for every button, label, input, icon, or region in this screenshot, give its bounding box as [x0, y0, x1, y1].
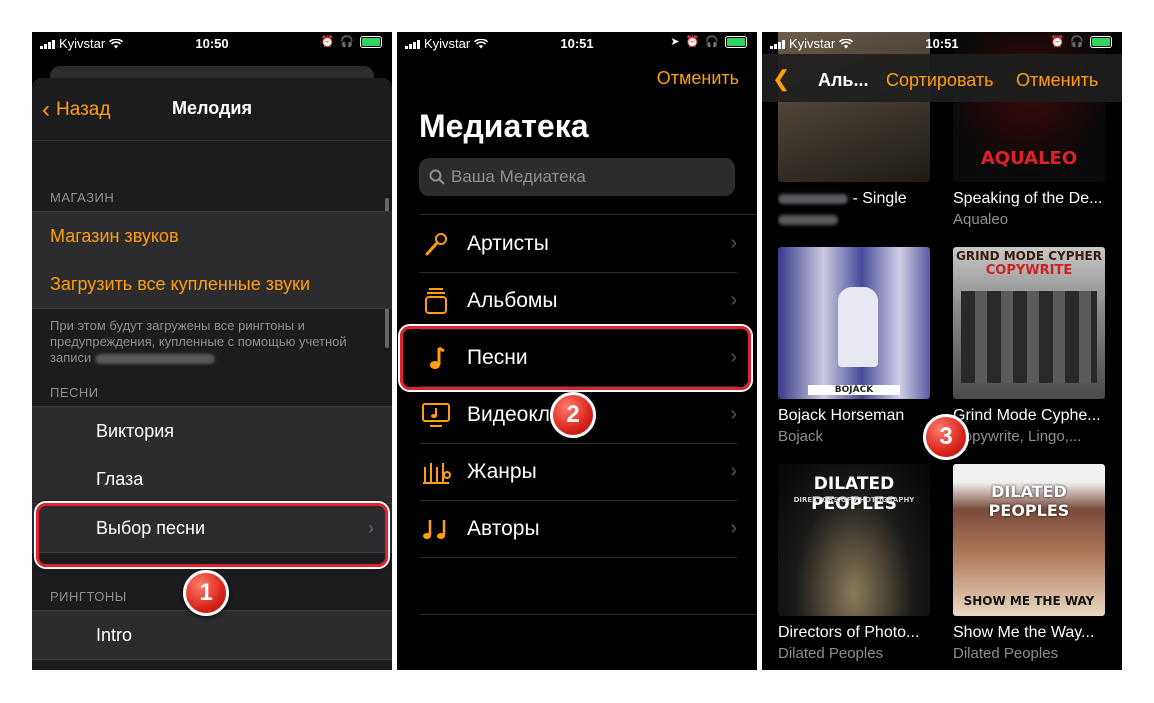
album-artist: Copywrite, Lingo,...	[953, 428, 1082, 445]
step-badge: 3	[923, 414, 969, 460]
album-artist: Aqualeo	[953, 211, 1009, 228]
nav-bar: ❮ Аль... Сортировать Отменить	[762, 54, 1122, 102]
section-header-ringtones: РИНГТОНЫ	[50, 589, 127, 604]
back-chevron-icon[interactable]: ❮	[772, 66, 790, 92]
battery-icon	[725, 35, 747, 48]
ringtone-item[interactable]: Intro	[32, 610, 392, 660]
cover-text: GRIND MODE CYPHER	[956, 249, 1102, 263]
chevron-right-icon: ›	[730, 460, 737, 482]
sort-button[interactable]: Сортировать	[886, 70, 994, 91]
genres-icon	[419, 459, 453, 485]
composers-icon	[419, 516, 453, 542]
nav-bar: ‹ Назад Мелодия	[32, 78, 392, 141]
headphones-icon: 🎧	[340, 36, 354, 48]
store-item-tone-store[interactable]: Магазин звуков	[32, 211, 392, 261]
store-note: При этом будут загружены все рингтоны и …	[50, 318, 376, 366]
cover-subtext: COPYWRITE	[985, 263, 1073, 278]
library-item-genres[interactable]: Жанры ›	[419, 443, 737, 501]
song-item[interactable]: Глаза	[32, 455, 392, 504]
album-name-text: - Single	[852, 190, 907, 207]
search-icon	[429, 169, 445, 185]
cover-group-photo	[961, 291, 1097, 383]
location-icon: ➤	[670, 36, 680, 48]
album-item[interactable]: DILATED PEOPLES SHOW ME THE WAY Show Me …	[953, 464, 1105, 662]
album-name: Speaking of the De...	[953, 190, 1103, 207]
search-field[interactable]: Ваша Медиатека	[419, 158, 735, 196]
album-name: Directors of Photo...	[778, 624, 920, 641]
search-placeholder: Ваша Медиатека	[451, 167, 586, 186]
alarm-icon: ⏰	[320, 36, 335, 48]
chevron-right-icon: ›	[730, 289, 737, 311]
phone-screen-library: Kyivstar 10:51 ➤ ⏰ 🎧 Отменить Медиатека …	[397, 32, 757, 670]
status-bar: Kyivstar 10:50 ⏰ 🎧	[32, 32, 392, 54]
album-cover: BOJACK	[778, 247, 930, 399]
cover-text: BOJACK	[808, 385, 900, 395]
album-item[interactable]: GRIND MODE CYPHER COPYWRITE Grind Mode C…	[953, 247, 1105, 445]
album-icon	[419, 287, 453, 315]
song-item[interactable]: Виктория	[32, 406, 392, 456]
blurred-account	[94, 353, 215, 364]
battery-icon	[360, 35, 382, 48]
library-item-label: Авторы	[467, 516, 540, 540]
cover-subtext: SHOW ME THE WAY	[963, 594, 1095, 608]
status-bar: Kyivstar 10:51 ⏰ 🎧	[762, 32, 1122, 54]
library-item-artists[interactable]: Артисты ›	[419, 215, 737, 273]
cover-text: DILATED PEOPLES	[811, 474, 897, 514]
section-header-store: МАГАЗИН	[50, 190, 115, 205]
divider	[419, 614, 757, 615]
song-label: Глаза	[96, 468, 144, 489]
song-label: Виктория	[96, 420, 175, 441]
video-icon	[419, 402, 453, 428]
page-title: Мелодия	[172, 98, 252, 118]
album-name: Bojack Horseman	[778, 407, 905, 424]
album-artist: Dilated Peoples	[778, 645, 884, 662]
library-item-label: Жанры	[467, 459, 537, 483]
cancel-button[interactable]: Отменить	[1016, 70, 1098, 91]
blurred-title	[778, 193, 848, 204]
library-item-label: Артисты	[467, 231, 549, 255]
album-artist: Bojack	[778, 428, 824, 445]
alarm-icon: ⏰	[1050, 36, 1065, 48]
microphone-icon	[419, 231, 453, 257]
cover-text: AQUALEO	[980, 148, 1078, 169]
step-badge: 2	[550, 392, 596, 438]
album-name: Grind Mode Cyphe...	[953, 407, 1101, 424]
status-bar: Kyivstar 10:51 ➤ ⏰ 🎧	[397, 32, 757, 54]
library-item-albums[interactable]: Альбомы ›	[419, 272, 737, 330]
album-artist: Dilated Peoples	[953, 645, 1059, 662]
album-cover: DILATED PEOPLES DIRECTORS OF PHOTOGRAPHY	[778, 464, 930, 616]
section-header-songs: ПЕСНИ	[50, 385, 99, 400]
album-artist	[778, 211, 930, 228]
page-title: Медиатека	[419, 108, 589, 144]
chevron-right-icon: ›	[730, 517, 737, 539]
cover-figure	[838, 287, 878, 367]
album-name: - Single	[778, 190, 930, 208]
album-cover: GRIND MODE CYPHER COPYWRITE	[953, 247, 1105, 399]
store-item-label: Загрузить все купленные звуки	[50, 273, 311, 294]
album-name: Show Me the Way...	[953, 624, 1095, 641]
page-title: Аль...	[818, 70, 869, 90]
ringtone-label: Intro	[96, 624, 133, 645]
chevron-right-icon: ›	[730, 232, 737, 254]
chevron-right-icon: ›	[730, 403, 737, 425]
highlight-frame	[400, 326, 751, 390]
blurred-artist	[778, 215, 838, 226]
library-item-label: Альбомы	[467, 288, 558, 312]
phone-screen-albums: Kyivstar 10:51 ⏰ 🎧 ❮ Аль... Сортировать …	[762, 32, 1122, 670]
battery-icon	[1090, 35, 1112, 48]
alarm-icon: ⏰	[685, 36, 700, 48]
cover-text: DILATED PEOPLES	[988, 482, 1070, 520]
album-item[interactable]: DILATED PEOPLES DIRECTORS OF PHOTOGRAPHY…	[778, 464, 930, 662]
cancel-button[interactable]: Отменить	[657, 68, 739, 89]
store-item-label: Магазин звуков	[50, 225, 179, 246]
store-item-download-all[interactable]: Загрузить все купленные звуки	[32, 260, 392, 309]
headphones-icon: 🎧	[1070, 36, 1084, 48]
step-badge: 1	[183, 570, 229, 616]
headphones-icon: 🎧	[705, 36, 719, 48]
album-item[interactable]: BOJACK Bojack Horseman Bojack	[778, 247, 930, 445]
library-item-composers[interactable]: Авторы ›	[419, 500, 737, 558]
highlight-frame	[36, 503, 388, 567]
album-cover: DILATED PEOPLES SHOW ME THE WAY	[953, 464, 1105, 616]
cover-subtext: DIRECTORS OF PHOTOGRAPHY	[793, 496, 915, 504]
